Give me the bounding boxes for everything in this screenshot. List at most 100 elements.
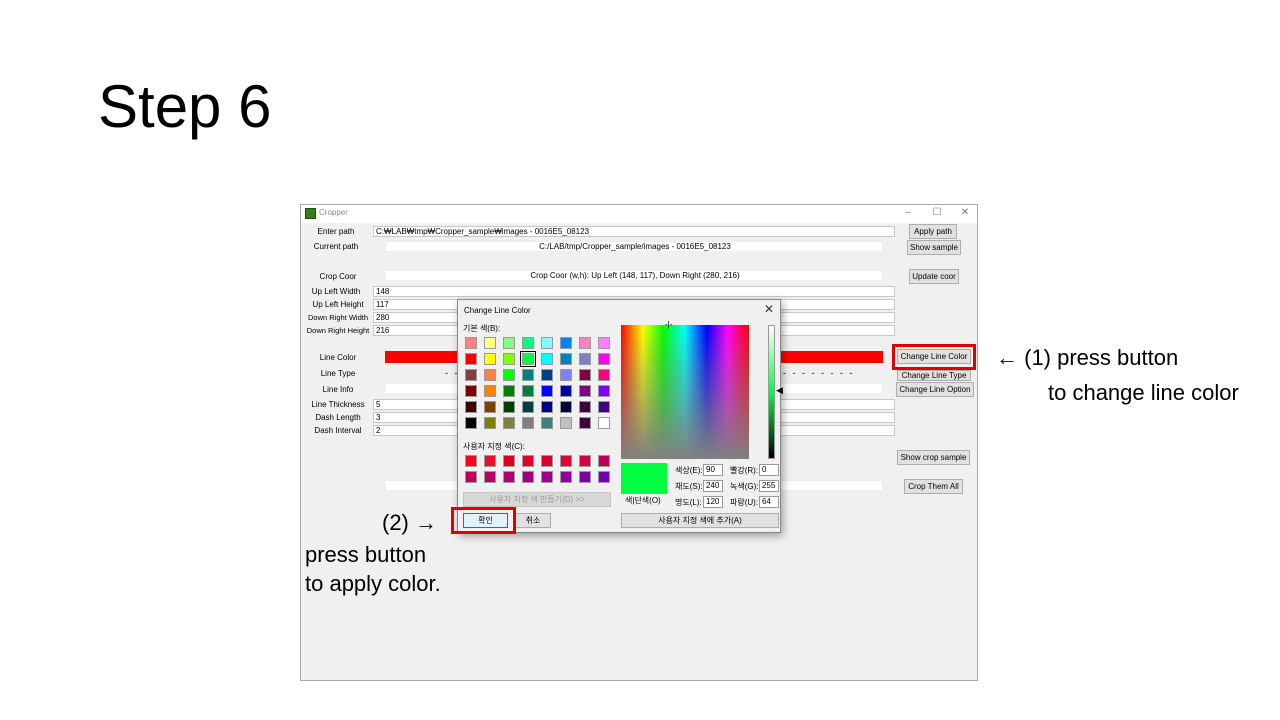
basic-color-swatch[interactable] [484, 353, 496, 365]
basic-color-swatch[interactable] [503, 417, 515, 429]
enter-path-label: Enter path [317, 227, 355, 236]
lum-input[interactable]: 120 [703, 496, 723, 508]
basic-color-swatch[interactable] [522, 385, 534, 397]
basic-color-swatch[interactable] [598, 417, 610, 429]
basic-color-swatch[interactable] [541, 353, 553, 365]
basic-color-swatch[interactable] [522, 369, 534, 381]
custom-color-swatch[interactable] [484, 455, 496, 467]
basic-color-swatch[interactable] [484, 417, 496, 429]
hue-input[interactable]: 90 [703, 464, 723, 476]
show-sample-button[interactable]: Show sample [907, 240, 961, 255]
blue-input[interactable]: 64 [759, 496, 779, 508]
custom-color-swatch[interactable] [503, 471, 515, 483]
color-solid-label: 색|단색(O) [625, 496, 661, 505]
basic-color-swatch[interactable] [484, 401, 496, 413]
update-coor-button[interactable]: Update coor [909, 269, 959, 284]
custom-color-swatch[interactable] [541, 471, 553, 483]
sat-label: 채도(S): [675, 482, 703, 491]
basic-color-swatch[interactable] [465, 417, 477, 429]
basic-color-swatch[interactable] [484, 385, 496, 397]
basic-color-swatch[interactable] [598, 353, 610, 365]
basic-color-swatch[interactable] [522, 337, 534, 349]
line-type-dashes-right: - - - - - - - - [783, 368, 855, 378]
crosshair-icon: -|- [665, 320, 673, 329]
custom-color-swatch[interactable] [560, 455, 572, 467]
basic-color-swatch[interactable] [579, 401, 591, 413]
basic-color-swatch[interactable] [484, 369, 496, 381]
add-custom-color-button[interactable]: 사용자 지정 색에 추가(A) [621, 513, 779, 528]
show-crop-sample-button[interactable]: Show crop sample [897, 450, 970, 465]
luminance-arrow-icon[interactable]: ◀ [776, 386, 783, 395]
custom-color-swatch[interactable] [598, 455, 610, 467]
basic-color-swatch[interactable] [560, 417, 572, 429]
basic-color-swatch[interactable] [465, 337, 477, 349]
basic-color-swatch[interactable] [579, 353, 591, 365]
change-line-option-button[interactable]: Change Line Option [896, 382, 974, 397]
basic-color-swatch[interactable] [465, 401, 477, 413]
dash-interval-label: Dash Interval [314, 426, 362, 435]
dialog-close-icon[interactable]: ✕ [764, 302, 774, 316]
basic-color-swatch[interactable] [484, 337, 496, 349]
apply-path-button[interactable]: Apply path [909, 224, 957, 239]
red-input[interactable]: 0 [759, 464, 779, 476]
basic-color-swatch[interactable] [503, 385, 515, 397]
custom-color-swatch[interactable] [598, 471, 610, 483]
basic-color-swatch[interactable] [465, 353, 477, 365]
basic-color-swatch[interactable] [560, 353, 572, 365]
basic-color-swatch[interactable] [541, 417, 553, 429]
basic-color-swatch[interactable] [598, 401, 610, 413]
annotation-step2-arrow: (2) → [382, 510, 437, 535]
custom-color-swatch[interactable] [522, 471, 534, 483]
custom-color-swatch[interactable] [541, 455, 553, 467]
basic-color-swatch[interactable] [560, 337, 572, 349]
maximize-icon[interactable]: ☐ [930, 207, 944, 219]
basic-color-swatch[interactable] [503, 401, 515, 413]
basic-color-swatch[interactable] [541, 337, 553, 349]
basic-color-swatch[interactable] [598, 369, 610, 381]
custom-color-swatch[interactable] [484, 471, 496, 483]
basic-color-swatch[interactable] [465, 385, 477, 397]
annotation-step2-line2: to apply color. [305, 571, 441, 596]
basic-color-swatch[interactable] [560, 401, 572, 413]
basic-color-swatch[interactable] [522, 401, 534, 413]
custom-color-swatch[interactable] [522, 455, 534, 467]
basic-color-swatch[interactable] [579, 385, 591, 397]
custom-color-swatch[interactable] [579, 455, 591, 467]
custom-color-swatch[interactable] [503, 455, 515, 467]
basic-color-swatch[interactable] [598, 337, 610, 349]
basic-color-swatch[interactable] [579, 369, 591, 381]
custom-color-swatch[interactable] [579, 471, 591, 483]
basic-color-swatch[interactable] [560, 369, 572, 381]
basic-color-swatch[interactable] [560, 385, 572, 397]
close-icon[interactable]: ✕ [958, 207, 972, 219]
custom-color-swatch[interactable] [465, 455, 477, 467]
basic-color-swatch[interactable] [541, 369, 553, 381]
custom-color-swatch[interactable] [560, 471, 572, 483]
basic-color-swatch[interactable] [465, 369, 477, 381]
custom-color-swatch[interactable] [465, 471, 477, 483]
basic-color-swatch[interactable] [579, 337, 591, 349]
luminance-slider[interactable] [768, 325, 775, 459]
define-custom-colors-button[interactable]: 사용자 지정 색 만들기(D) >> [463, 492, 611, 507]
enter-path-input[interactable]: C:₩LAB₩tmp₩Cropper_sample₩images - 0016E… [373, 226, 895, 237]
sat-input[interactable]: 240 [703, 480, 723, 492]
basic-color-swatch[interactable] [541, 385, 553, 397]
basic-color-swatch[interactable] [503, 353, 515, 365]
cancel-button[interactable]: 취소 [515, 513, 551, 528]
basic-color-swatch[interactable] [598, 385, 610, 397]
minimize-icon[interactable]: – [901, 207, 915, 219]
basic-color-swatch[interactable] [522, 417, 534, 429]
basic-color-swatch[interactable] [503, 369, 515, 381]
up-left-width-input[interactable]: 148 [373, 286, 895, 297]
basic-color-swatch[interactable] [541, 401, 553, 413]
up-left-height-label: Up Left Height [312, 300, 364, 309]
color-spectrum[interactable] [621, 325, 749, 459]
change-line-type-button[interactable]: Change Line Type [897, 370, 971, 381]
basic-color-swatch[interactable] [520, 351, 536, 367]
basic-color-swatch[interactable] [579, 417, 591, 429]
basic-color-swatch[interactable] [503, 337, 515, 349]
annotation-step1-line1: ← (1) press button [996, 345, 1179, 370]
green-input[interactable]: 255 [759, 480, 779, 492]
highlight-ok-button [451, 507, 516, 534]
crop-them-all-button[interactable]: Crop Them All [904, 479, 963, 494]
